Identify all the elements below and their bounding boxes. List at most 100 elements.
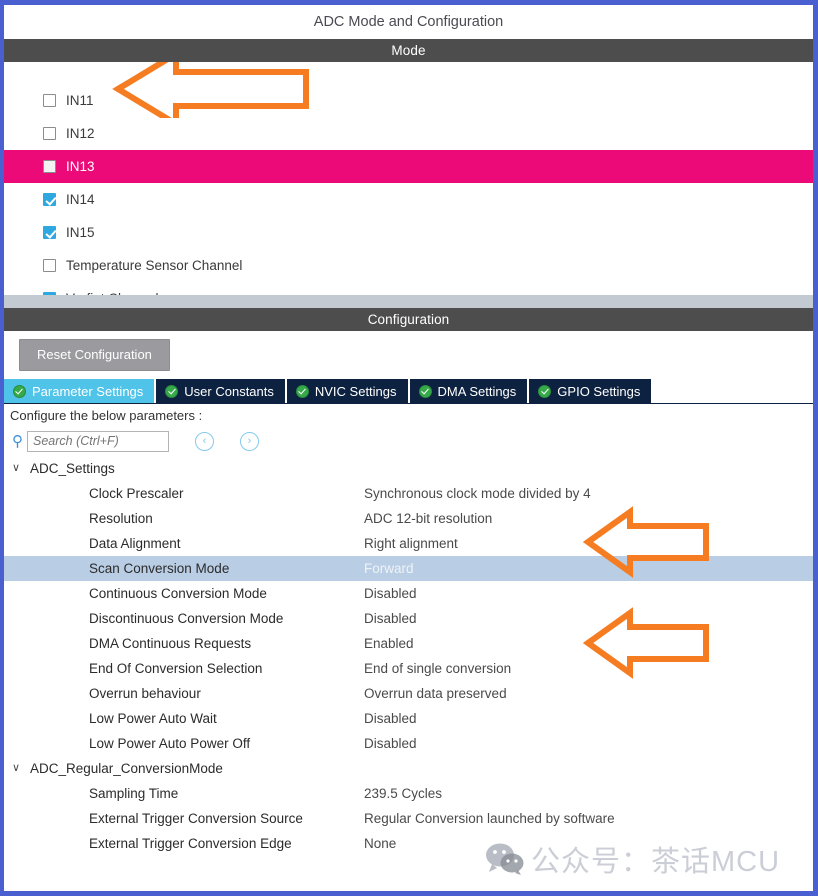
param-name: Clock Prescaler — [89, 486, 184, 501]
green-check-icon — [538, 384, 552, 398]
param-value[interactable]: End of single conversion — [364, 661, 511, 676]
tab-gpio-settings[interactable]: GPIO Settings — [529, 379, 654, 403]
tree-group-adc-settings[interactable]: ∨ ADC_Settings — [4, 456, 813, 481]
param-value[interactable]: Disabled — [364, 711, 417, 726]
param-row[interactable]: Scan Conversion Mode Forward — [4, 556, 813, 581]
param-value[interactable]: None — [364, 836, 396, 851]
param-name: DMA Continuous Requests — [89, 636, 252, 651]
tab-nvic-settings[interactable]: NVIC Settings — [286, 379, 410, 403]
param-name: Overrun behaviour — [89, 686, 201, 701]
checkbox-icon[interactable] — [43, 94, 56, 107]
param-value[interactable]: Forward — [364, 561, 414, 576]
green-check-icon — [295, 384, 309, 398]
chevron-down-icon[interactable]: ∨ — [12, 463, 25, 474]
channel-row-in11[interactable]: IN11 — [4, 84, 813, 117]
param-value[interactable]: 239.5 Cycles — [364, 786, 442, 801]
tab-user-constants[interactable]: User Constants — [156, 379, 287, 403]
param-name: Discontinuous Conversion Mode — [89, 611, 284, 626]
param-row[interactable]: Resolution ADC 12-bit resolution — [4, 506, 813, 531]
adc-configuration-window: ADC Mode and Configuration Mode IN11 IN12… — [0, 0, 818, 896]
tab-label: DMA Settings — [437, 383, 517, 399]
param-name: End Of Conversion Selection — [89, 661, 263, 676]
channel-label: IN11 — [66, 93, 94, 108]
configuration-section-header-text: Configuration — [367, 312, 450, 327]
param-row[interactable]: DMA Continuous Requests Enabled — [4, 631, 813, 656]
param-row[interactable]: Discontinuous Conversion Mode Disabled — [4, 606, 813, 631]
channel-row-in14[interactable]: IN14 — [4, 183, 813, 216]
tab-parameter-settings[interactable]: Parameter Settings — [4, 379, 157, 403]
channel-label: IN12 — [66, 126, 95, 141]
nav-back-icon[interactable]: ‹ — [195, 431, 214, 451]
parameter-tree: ∨ ADC_Settings Clock Prescaler Synchronous … — [4, 456, 813, 856]
param-name: Low Power Auto Wait — [89, 711, 217, 726]
checkbox-icon[interactable] — [43, 259, 56, 272]
mode-panel-horizontal-scrollbar[interactable] — [4, 295, 813, 308]
channel-label: IN13 — [66, 159, 95, 174]
tab-label: NVIC Settings — [314, 383, 397, 399]
param-value[interactable]: Right alignment — [364, 536, 458, 551]
checkbox-icon[interactable] — [43, 193, 56, 206]
param-value[interactable]: Synchronous clock mode divided by 4 — [364, 486, 591, 501]
param-value[interactable]: Regular Conversion launched by software — [364, 811, 615, 826]
param-name: Sampling Time — [89, 786, 179, 801]
param-value[interactable]: ADC 12-bit resolution — [364, 511, 492, 526]
green-check-icon — [13, 384, 26, 398]
mode-section-header-text: Mode — [391, 43, 426, 58]
search-box[interactable] — [27, 430, 169, 452]
configuration-toolbar: Reset Configuration — [4, 331, 813, 379]
param-row[interactable]: Overrun behaviour Overrun data preserved — [4, 681, 813, 706]
channel-checkbox-list: IN11 IN12 IN13 IN14 IN15 Temperature Sensor C… — [4, 84, 813, 308]
param-value[interactable]: Disabled — [364, 611, 417, 626]
green-check-icon — [418, 384, 432, 398]
tree-group-label: ADC_Settings — [30, 461, 115, 476]
channel-label: IN15 — [66, 225, 95, 240]
tab-label: GPIO Settings — [557, 383, 641, 399]
green-check-icon — [165, 384, 179, 398]
tab-dma-settings[interactable]: DMA Settings — [409, 379, 530, 403]
checkbox-icon[interactable] — [43, 127, 56, 140]
param-row[interactable]: External Trigger Conversion Source Regula… — [4, 806, 813, 831]
channel-row-in13[interactable]: IN13 — [4, 150, 813, 183]
channel-row-in15[interactable]: IN15 — [4, 216, 813, 249]
checkbox-icon[interactable] — [43, 226, 56, 239]
param-row[interactable]: Continuous Conversion Mode Disabled — [4, 581, 813, 606]
window-title-text: ADC Mode and Configuration — [313, 14, 504, 30]
param-value[interactable]: Disabled — [364, 736, 417, 751]
tree-group-adc-regular-conversionmode[interactable]: ∨ ADC_Regular_ConversionMode — [4, 756, 813, 781]
param-row[interactable]: Sampling Time 239.5 Cycles — [4, 781, 813, 806]
search-icon: ⚲ — [12, 432, 23, 450]
checkbox-icon[interactable] — [43, 160, 56, 173]
search-row: ⚲ ‹ › — [4, 426, 813, 456]
param-name: Low Power Auto Power Off — [89, 736, 251, 751]
param-row[interactable]: Low Power Auto Power Off Disabled — [4, 731, 813, 756]
param-value[interactable]: Enabled — [364, 636, 414, 651]
param-row[interactable]: Low Power Auto Wait Disabled — [4, 706, 813, 731]
channel-label: IN14 — [66, 192, 95, 207]
configuration-section-header: Configuration — [4, 308, 813, 331]
tree-group-label: ADC_Regular_ConversionMode — [30, 761, 223, 776]
tab-label: User Constants — [184, 383, 274, 399]
chevron-down-icon[interactable]: ∨ — [12, 763, 25, 774]
channel-row-in12[interactable]: IN12 — [4, 117, 813, 150]
channel-label: Temperature Sensor Channel — [66, 258, 243, 273]
tab-label: Parameter Settings — [32, 383, 144, 399]
reset-configuration-button[interactable]: Reset Configuration — [19, 339, 170, 371]
param-row[interactable]: End Of Conversion Selection End of single… — [4, 656, 813, 681]
configure-parameters-text: Configure the below parameters : — [10, 407, 203, 423]
mode-panel: IN11 IN12 IN13 IN14 IN15 Temperature Sensor C… — [4, 62, 813, 308]
param-name: External Trigger Conversion Source — [89, 811, 303, 826]
search-input[interactable] — [33, 434, 168, 448]
param-name: External Trigger Conversion Edge — [89, 836, 292, 851]
channel-row-temperature-sensor-channel[interactable]: Temperature Sensor Channel — [4, 249, 813, 282]
param-value[interactable]: Overrun data preserved — [364, 686, 507, 701]
param-row[interactable]: Data Alignment Right alignment — [4, 531, 813, 556]
param-value[interactable]: Disabled — [364, 586, 417, 601]
param-row[interactable]: External Trigger Conversion Edge None — [4, 831, 813, 856]
param-name: Scan Conversion Mode — [89, 561, 230, 576]
param-name: Continuous Conversion Mode — [89, 586, 267, 601]
configure-parameters-label: Configure the below parameters : — [4, 404, 813, 426]
param-row[interactable]: Clock Prescaler Synchronous clock mode di… — [4, 481, 813, 506]
param-name: Data Alignment — [89, 536, 181, 551]
param-name: Resolution — [89, 511, 153, 526]
nav-forward-icon[interactable]: › — [240, 431, 259, 451]
